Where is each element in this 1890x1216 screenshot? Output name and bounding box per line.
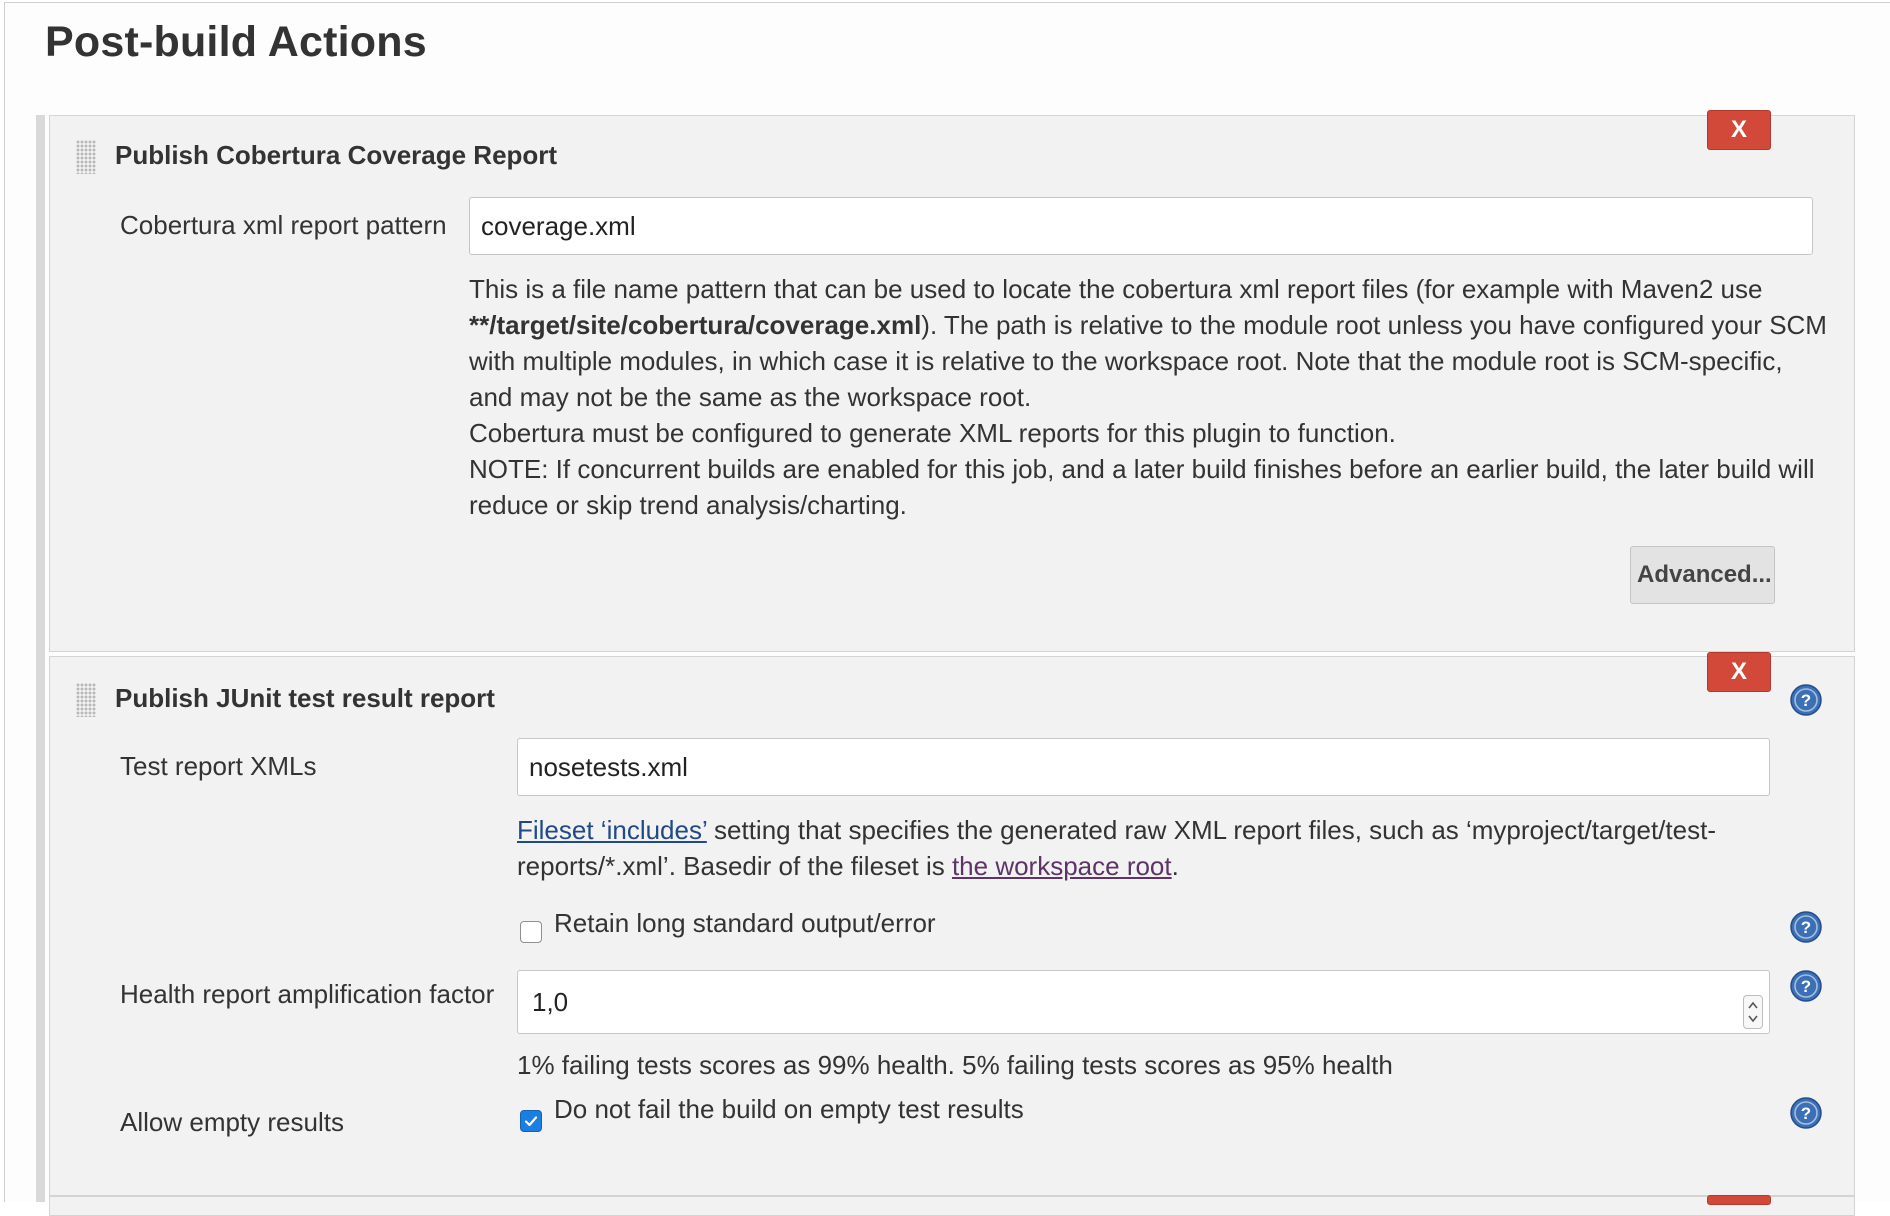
advanced-button[interactable]: Advanced... (1630, 546, 1775, 604)
cobertura-help-paragraph-3: NOTE: If concurrent builds are enabled f… (469, 454, 1815, 520)
workspace-root-link[interactable]: the workspace root (952, 851, 1172, 881)
cobertura-help-paragraph-2: Cobertura must be configured to generate… (469, 418, 1396, 448)
test-report-xmls-help: Fileset ‘includes’ setting that specifie… (517, 812, 1779, 884)
allow-empty-label: Allow empty results (120, 1107, 344, 1137)
svg-text:?: ? (1801, 977, 1811, 996)
allow-empty-checkbox[interactable] (520, 1110, 542, 1132)
svg-text:?: ? (1801, 691, 1811, 710)
cobertura-panel-title: Publish Cobertura Coverage Report (115, 140, 558, 170)
cobertura-pattern-help: This is a file name pattern that can be … (469, 271, 1831, 523)
cobertura-help-bold-path: **/target/site/cobertura/coverage.xml (469, 310, 922, 340)
delete-next-button[interactable]: X (1707, 1195, 1771, 1205)
delete-cobertura-button[interactable]: X (1707, 110, 1771, 150)
retain-output-label[interactable]: Retain long standard output/error (554, 908, 936, 939)
help-icon[interactable]: ? (1790, 1097, 1822, 1129)
cobertura-panel: Publish Cobertura Coverage Report X Cobe… (49, 110, 1855, 652)
help-icon[interactable]: ? (1790, 970, 1822, 1002)
fileset-includes-link[interactable]: Fileset ‘includes’ (517, 815, 707, 845)
cobertura-pattern-label: Cobertura xml report pattern (120, 210, 447, 240)
spinner-arrows-icon[interactable] (1743, 995, 1763, 1029)
junit-panel: Publish JUnit test result report X ? Tes… (49, 652, 1855, 1196)
help-icon[interactable]: ? (1790, 911, 1822, 943)
test-report-xmls-label: Test report XMLs (120, 751, 317, 781)
section-title: Post-build Actions (45, 18, 427, 66)
help-icon[interactable]: ? (1790, 684, 1822, 716)
cobertura-pattern-input[interactable] (469, 197, 1813, 255)
retain-output-checkbox[interactable] (520, 921, 542, 943)
svg-text:?: ? (1801, 918, 1811, 937)
health-factor-input[interactable] (517, 970, 1770, 1034)
cobertura-help-paragraph-1: This is a file name pattern that can be … (469, 271, 1831, 415)
section-indent-bar (36, 115, 45, 1202)
test-report-xmls-input[interactable] (517, 738, 1770, 796)
junit-panel-title: Publish JUnit test result report (115, 683, 495, 713)
checkmark-icon (524, 1116, 538, 1127)
health-factor-label: Health report amplification factor (120, 979, 495, 1009)
next-action-panel: X (49, 1195, 1855, 1216)
test-report-help-end: . (1171, 851, 1179, 881)
allow-empty-check-label[interactable]: Do not fail the build on empty test resu… (554, 1094, 1024, 1125)
drag-handle-icon[interactable] (76, 683, 96, 717)
drag-handle-icon[interactable] (76, 140, 96, 174)
svg-text:?: ? (1801, 1104, 1811, 1123)
cobertura-help-text-1: This is a file name pattern that can be … (469, 274, 1763, 304)
health-factor-help: 1% failing tests scores as 99% health. 5… (517, 1050, 1393, 1080)
delete-junit-button[interactable]: X (1707, 652, 1771, 692)
